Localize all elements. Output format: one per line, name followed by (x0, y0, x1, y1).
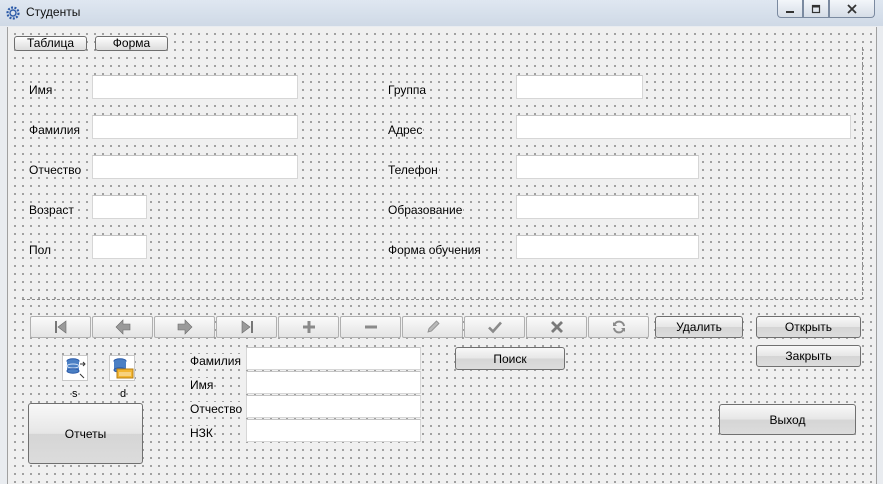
minimize-button[interactable] (777, 0, 803, 18)
name-label: Имя (28, 83, 54, 97)
search-button[interactable]: Поиск (455, 347, 565, 370)
education-field[interactable] (516, 195, 699, 219)
search-patronymic-label: Отчество (189, 402, 244, 416)
insert-icon (302, 321, 315, 333)
datasource-d-label: d (120, 388, 127, 400)
phone-field[interactable] (516, 155, 699, 179)
nav-next-button[interactable] (154, 316, 215, 338)
search-name-label: Имя (189, 378, 215, 392)
delete-button[interactable]: Удалить (655, 316, 743, 338)
surname-label: Фамилия (28, 123, 81, 137)
search-record-book-label: НЗК (189, 426, 214, 440)
age-label: Возраст (28, 203, 75, 217)
exit-button[interactable]: Выход (719, 404, 856, 435)
app-gear-icon (6, 6, 20, 20)
gender-field[interactable] (92, 235, 147, 259)
delete-icon (364, 325, 377, 329)
last-icon (241, 320, 253, 334)
study-form-label: Форма обучения (387, 243, 482, 257)
education-label: Образование (387, 203, 464, 217)
maximize-icon (811, 4, 821, 13)
nav-insert-button[interactable] (278, 316, 339, 338)
search-surname-field[interactable] (246, 347, 421, 370)
nav-post-button[interactable] (464, 316, 525, 338)
minimize-icon (786, 10, 794, 13)
patronymic-label: Отчество (28, 163, 83, 177)
reports-button[interactable]: Отчеты (28, 403, 143, 464)
post-icon (487, 321, 502, 334)
window-title: Студенты (26, 5, 81, 19)
nav-cancel-button[interactable] (526, 316, 587, 338)
search-patronymic-field[interactable] (246, 395, 421, 418)
dataset-s-icon (62, 355, 88, 381)
gender-label: Пол (28, 243, 53, 257)
study-form-field[interactable] (516, 235, 699, 259)
title-bar: Студенты (0, 0, 883, 26)
nav-prior-button[interactable] (92, 316, 153, 338)
group-label: Группа (387, 83, 428, 97)
nav-refresh-button[interactable] (588, 316, 649, 338)
search-surname-label: Фамилия (189, 354, 242, 368)
edit-icon (426, 320, 440, 333)
refresh-icon (612, 320, 625, 334)
next-icon (177, 319, 192, 335)
group-field[interactable] (516, 75, 643, 99)
close-button[interactable]: Закрыть (756, 345, 861, 367)
prior-icon (115, 319, 130, 335)
close-window-button[interactable] (829, 0, 875, 18)
patronymic-field[interactable] (92, 155, 298, 179)
surname-field[interactable] (92, 115, 298, 139)
open-button[interactable]: Открыть (756, 316, 861, 338)
address-field[interactable] (516, 115, 851, 139)
name-field[interactable] (92, 75, 298, 99)
search-record-book-field[interactable] (246, 419, 421, 442)
db-navigator (30, 316, 650, 338)
form-client-area: Таблица Форма Имя Фамилия Отчество Возра… (7, 27, 877, 484)
age-field[interactable] (92, 195, 147, 219)
nav-first-button[interactable] (30, 316, 91, 338)
close-icon (847, 3, 857, 14)
nav-delete-button[interactable] (340, 316, 401, 338)
cancel-icon (550, 321, 563, 333)
dataset-s-label: s (72, 388, 78, 400)
search-name-field[interactable] (246, 371, 421, 394)
nav-edit-button[interactable] (402, 316, 463, 338)
phone-label: Телефон (387, 163, 439, 177)
nav-last-button[interactable] (216, 316, 277, 338)
first-icon (54, 320, 66, 334)
address-label: Адрес (387, 123, 424, 137)
datasource-d-icon (109, 355, 135, 381)
maximize-button[interactable] (803, 0, 829, 18)
